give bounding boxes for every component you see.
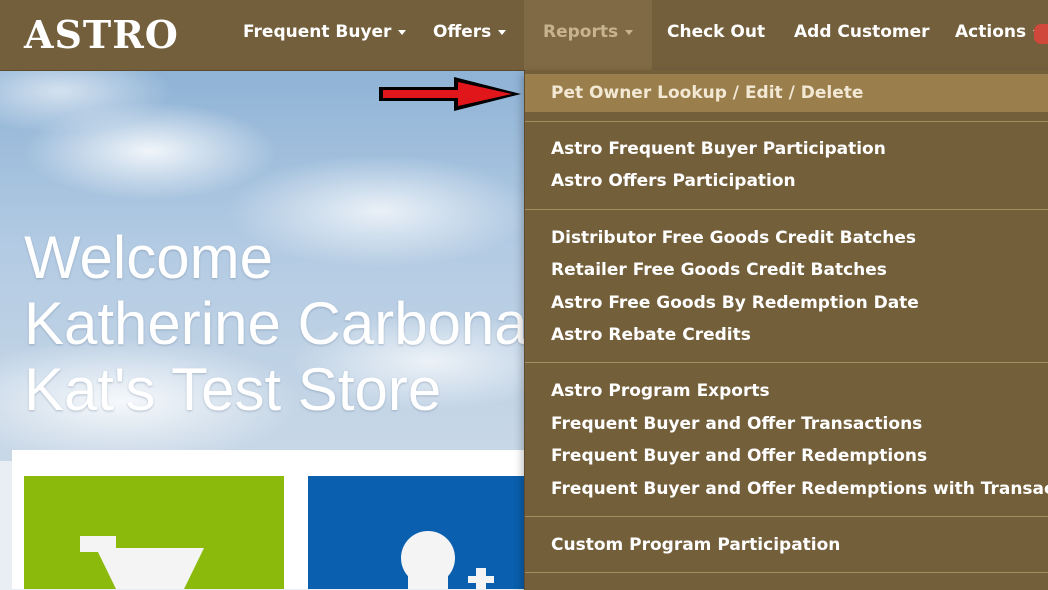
menu-divider <box>525 121 1048 122</box>
menu-item-program-exports[interactable]: Astro Program Exports <box>525 378 1048 404</box>
caret-down-icon <box>498 29 507 35</box>
checkout-tile[interactable] <box>24 476 284 589</box>
menu-item-frequent-buyer-participation[interactable]: Astro Frequent Buyer Participation <box>525 136 1048 162</box>
menu-item-redemptions[interactable]: Frequent Buyer and Offer Redemptions <box>525 443 1048 469</box>
menu-item-transactions[interactable]: Frequent Buyer and Offer Transactions <box>525 411 1048 437</box>
customer-name: Katherine Carbonara <box>24 290 582 357</box>
menu-divider <box>525 362 1048 363</box>
menu-item-rebate-credits[interactable]: Astro Rebate Credits <box>525 322 1048 348</box>
top-navbar: ASTRO Frequent Buyer Offers Reports Chec… <box>0 0 1048 71</box>
menu-item-distributor-free-goods[interactable]: Distributor Free Goods Credit Batches <box>525 225 1048 251</box>
cart-icon <box>80 536 204 589</box>
reports-dropdown-menu: Pet Owner Lookup / Edit / Delete Astro F… <box>524 70 1048 590</box>
nav-check-out[interactable]: Check Out <box>667 0 765 64</box>
menu-divider <box>525 516 1048 517</box>
menu-divider <box>525 209 1048 210</box>
welcome-heading: Welcome <box>24 224 273 291</box>
menu-divider <box>525 572 1048 573</box>
nav-add-customer[interactable]: Add Customer <box>794 0 930 64</box>
menu-item-custom-program-participation[interactable]: Custom Program Participation <box>525 532 1048 558</box>
red-arrow-icon <box>379 77 521 111</box>
store-name: Kat's Test Store <box>24 356 442 423</box>
astro-logo[interactable]: ASTRO <box>24 12 179 58</box>
menu-item-pet-owner-lookup[interactable]: Pet Owner Lookup / Edit / Delete <box>525 74 1048 112</box>
add-customer-tile[interactable] <box>308 476 528 589</box>
nav-offers[interactable]: Offers <box>433 0 507 64</box>
nav-actions[interactable]: Actions <box>955 0 1042 64</box>
caret-down-icon <box>398 29 407 35</box>
menu-item-free-goods-by-redemption-date[interactable]: Astro Free Goods By Redemption Date <box>525 290 1048 316</box>
caret-down-icon <box>625 29 634 35</box>
add-user-icon <box>401 531 494 589</box>
nav-frequent-buyer[interactable]: Frequent Buyer <box>243 0 407 64</box>
menu-item-offers-participation[interactable]: Astro Offers Participation <box>525 168 1048 194</box>
menu-item-redemptions-with-transactions[interactable]: Frequent Buyer and Offer Redemptions wit… <box>525 476 1048 502</box>
notification-badge[interactable] <box>1034 24 1048 44</box>
menu-item-retailer-free-goods[interactable]: Retailer Free Goods Credit Batches <box>525 257 1048 283</box>
nav-reports[interactable]: Reports <box>524 0 653 70</box>
